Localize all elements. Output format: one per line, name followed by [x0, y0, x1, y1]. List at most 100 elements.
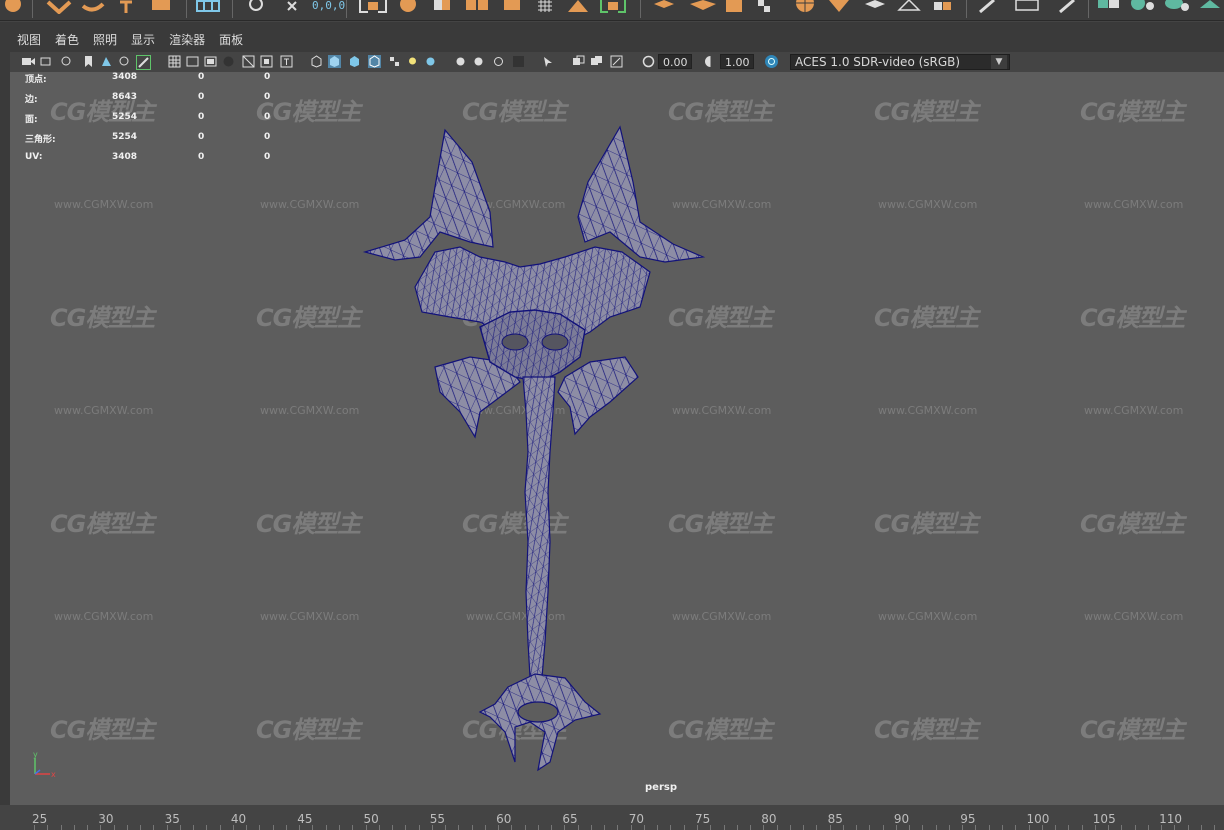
cube-icon[interactable] — [500, 0, 524, 14]
cube-icon[interactable] — [464, 0, 492, 14]
motion-blur-icon[interactable] — [472, 55, 485, 68]
sphere-green-icon[interactable] — [1130, 0, 1156, 14]
film-gate-icon[interactable] — [186, 55, 199, 68]
cube-unfold-icon[interactable] — [688, 0, 718, 14]
depth-of-field-icon[interactable] — [512, 55, 525, 68]
wireframe-icon[interactable] — [310, 55, 323, 68]
shadows-icon[interactable] — [424, 55, 437, 68]
wireframe-on-shaded-icon[interactable] — [368, 55, 381, 68]
menu-lighting[interactable]: 照明 — [86, 30, 124, 50]
box-icon[interactable] — [150, 0, 172, 14]
snap-icon[interactable] — [244, 0, 268, 14]
ring-icon[interactable] — [1012, 0, 1042, 14]
shelf-divider — [640, 0, 641, 18]
xray-joints-icon[interactable] — [590, 55, 603, 68]
cube-split-icon[interactable] — [566, 0, 590, 14]
frame-tick — [498, 825, 500, 830]
cube-open-icon[interactable] — [652, 0, 676, 14]
field-chart-icon[interactable] — [242, 55, 255, 68]
gate-mask-icon[interactable] — [222, 55, 235, 68]
exposure-icon[interactable] — [642, 55, 655, 68]
pen-icon[interactable] — [976, 0, 1000, 14]
use-all-lights-icon[interactable] — [406, 55, 419, 68]
target-icon[interactable] — [792, 0, 818, 14]
frame-tick — [445, 825, 447, 830]
gamma-icon[interactable] — [704, 55, 717, 68]
curve-icon[interactable] — [80, 0, 106, 14]
box-open-icon[interactable] — [722, 0, 746, 14]
color-space-value: ACES 1.0 SDR-video (sRGB) — [795, 55, 961, 69]
box-green-icon[interactable] — [1096, 0, 1122, 14]
hud-value: 0 — [264, 132, 271, 142]
frame-tick — [418, 825, 420, 830]
diamond-icon[interactable] — [826, 0, 852, 14]
camera-icon[interactable] — [22, 55, 35, 68]
grid-toggle-icon[interactable] — [168, 55, 181, 68]
frame-tick — [962, 825, 964, 830]
safe-title-icon[interactable] — [280, 55, 293, 68]
menu-panels[interactable]: 面板 — [212, 30, 250, 50]
frame-tick — [325, 825, 327, 830]
transform-icon[interactable] — [2, 0, 24, 14]
bookmark-icon[interactable] — [82, 55, 95, 68]
bracket-icon[interactable] — [356, 0, 390, 14]
safe-action-icon[interactable] — [260, 55, 273, 68]
color-space-dropdown[interactable]: ACES 1.0 SDR-video (sRGB) ▼ — [790, 54, 1010, 70]
panel-menu-bar: 视图 着色 照明 显示 渲染器 面板 — [10, 30, 250, 50]
frame-tick — [1001, 825, 1003, 830]
frame-number: 65 — [562, 812, 578, 826]
menu-show[interactable]: 显示 — [124, 30, 162, 50]
2d-pan-zoom-icon[interactable] — [118, 55, 131, 68]
checker-icon[interactable] — [754, 0, 778, 14]
frame-tick — [87, 825, 89, 830]
menu-shading[interactable]: 着色 — [48, 30, 86, 50]
screen-space-ao-icon[interactable] — [454, 55, 467, 68]
cylinder-green-icon[interactable] — [1164, 0, 1190, 14]
pyramid-icon[interactable] — [896, 0, 922, 14]
curve-icon[interactable] — [46, 0, 72, 14]
frame-tick — [458, 825, 460, 830]
3d-viewport[interactable]: CG模型主 www.CGMXW.com CG模型主 www.CGMXW.com CG模型… — [10, 72, 1224, 805]
frame-number: 80 — [761, 812, 777, 826]
default-material-icon[interactable] — [348, 55, 361, 68]
pencil-icon[interactable] — [1056, 0, 1080, 14]
frame-tick — [1134, 825, 1136, 830]
exposure-field[interactable]: 0.00 — [658, 54, 692, 69]
snap-point-icon[interactable] — [284, 0, 308, 14]
camera-attributes-icon[interactable] — [40, 55, 53, 68]
sphere-icon[interactable] — [396, 0, 420, 14]
gamma-field[interactable]: 1.00 — [720, 54, 754, 69]
menu-view[interactable]: 视图 — [10, 30, 48, 50]
menu-renderer[interactable]: 渲染器 — [162, 30, 212, 50]
pyramid-icon[interactable] — [862, 0, 888, 14]
frame-tick — [1081, 825, 1083, 830]
frame-number: 75 — [695, 812, 711, 826]
text-tool-icon[interactable] — [118, 0, 134, 14]
bookmark-camera-icon[interactable] — [60, 55, 73, 68]
smooth-shade-icon[interactable] — [328, 55, 341, 68]
isolate-select-icon[interactable] — [542, 55, 555, 68]
frame-tick — [816, 825, 818, 830]
grease-pencil-icon[interactable] — [136, 55, 151, 70]
grid-icon[interactable] — [196, 0, 220, 14]
time-slider[interactable]: 25 30 35 40 45 50 55 60 65 70 75 80 85 90 95 100 105 110 — [0, 805, 1224, 830]
xray-components-icon[interactable] — [610, 55, 623, 68]
cone-green-icon[interactable] — [1198, 0, 1224, 14]
cube-grid-icon[interactable] — [930, 0, 956, 14]
cube-stack-icon[interactable] — [430, 0, 454, 14]
bracket-right-icon[interactable] — [598, 0, 628, 14]
resolution-gate-icon[interactable] — [204, 55, 217, 68]
hud-value: 5254 — [112, 132, 138, 142]
grid-small-icon[interactable] — [536, 0, 554, 14]
hud-value: 3408 — [112, 72, 138, 82]
anti-aliasing-icon[interactable] — [492, 55, 505, 68]
xray-icon[interactable] — [572, 55, 585, 68]
frame-tick — [338, 825, 340, 830]
color-management-icon[interactable] — [764, 54, 779, 69]
hud-value: 0 — [198, 72, 205, 82]
axe-model-wireframe[interactable] — [10, 72, 1224, 805]
textured-icon[interactable] — [388, 55, 401, 68]
axis-x-label: x — [51, 770, 56, 779]
frame-tick — [1174, 825, 1176, 830]
image-plane-icon[interactable] — [100, 55, 113, 68]
